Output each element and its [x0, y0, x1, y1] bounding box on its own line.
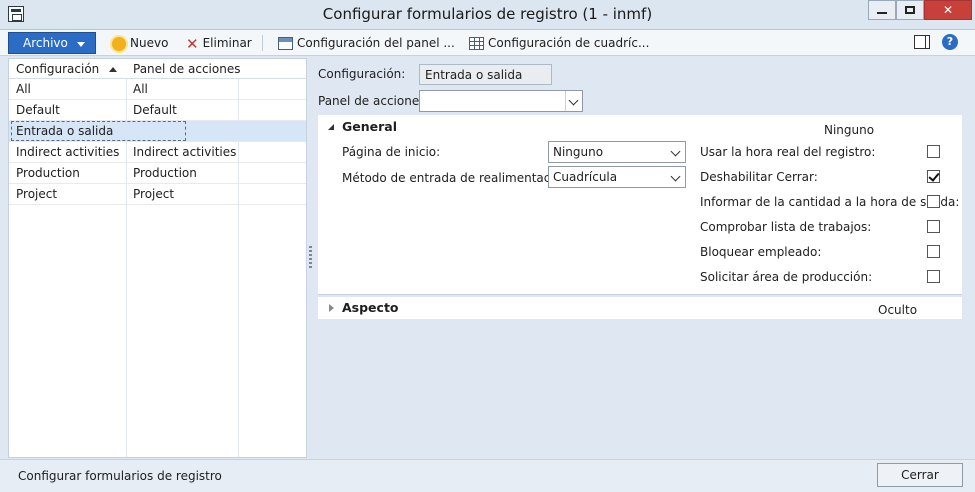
- start-page-label: Página de inicio:: [342, 145, 441, 159]
- grid-header: Configuración Panel de acciones: [9, 59, 306, 79]
- action-pane: Archivo Nuevo ✕ Eliminar Configuración de…: [0, 30, 975, 56]
- table-row[interactable]: Project Project: [9, 184, 306, 205]
- help-icon[interactable]: ?: [942, 34, 958, 50]
- report-quantity-checkbox[interactable]: [927, 195, 940, 208]
- cell-panel: Default: [133, 103, 177, 117]
- cell-configuracion: Project: [16, 187, 58, 201]
- grid-config-icon: [469, 37, 484, 50]
- status-bar: Configurar formularios de registro Cerra…: [0, 459, 975, 492]
- option-label: Usar la hora real del registro:: [700, 145, 876, 159]
- status-text: Configurar formularios de registro: [18, 469, 222, 483]
- close-button[interactable]: Cerrar: [877, 463, 963, 487]
- cell-panel: All: [133, 82, 148, 96]
- real-time-checkbox[interactable]: [927, 145, 940, 158]
- delete-label: Eliminar: [202, 36, 252, 50]
- layout-icon[interactable]: [914, 35, 930, 49]
- panel-label: Panel de acciones:: [318, 94, 430, 108]
- grid-config-label: Configuración de cuadríc...: [488, 36, 650, 50]
- chevron-down-icon: [77, 42, 85, 47]
- feedback-method-value: Cuadrícula: [553, 170, 618, 184]
- close-window-button[interactable]: ✕: [924, 0, 972, 20]
- lock-employee-checkbox[interactable]: [927, 245, 940, 258]
- production-area-checkbox[interactable]: [927, 270, 940, 283]
- window-title: Configurar formularios de registro (1 - …: [322, 5, 653, 23]
- maximize-button[interactable]: [896, 0, 924, 20]
- start-page-select[interactable]: Ninguno: [548, 141, 686, 163]
- cell-panel: Project: [133, 187, 175, 201]
- start-page-value: Ninguno: [553, 145, 604, 159]
- aspecto-header[interactable]: Aspecto: [342, 300, 399, 315]
- cell-configuracion: Production: [16, 166, 80, 180]
- delete-icon: ✕: [186, 34, 199, 53]
- file-menu-button[interactable]: Archivo: [8, 32, 96, 54]
- cell-configuracion: Entrada o salida: [10, 121, 187, 141]
- chevron-down-icon[interactable]: [565, 91, 582, 111]
- chevron-down-icon[interactable]: [668, 167, 685, 187]
- file-menu-label: Archivo: [23, 36, 68, 50]
- option-label: Solicitar área de producción:: [700, 270, 873, 284]
- minimize-icon: [877, 12, 887, 14]
- feedback-method-label: Método de entrada de realimentación:: [342, 171, 573, 185]
- sort-ascending-icon: [109, 67, 118, 72]
- column-header-configuracion[interactable]: Configuración: [16, 62, 118, 76]
- panel-config-icon: [278, 37, 293, 50]
- new-icon: [112, 36, 126, 51]
- action-pane-config-button[interactable]: Configuración del panel ...: [278, 34, 455, 52]
- expand-icon[interactable]: [329, 304, 334, 312]
- table-row[interactable]: Indirect activities Indirect activities: [9, 142, 306, 163]
- column-header-label: Configuración: [16, 62, 100, 76]
- config-field: Entrada o salida: [419, 64, 552, 85]
- option-label: Deshabilitar Cerrar:: [700, 170, 818, 184]
- option-label: Bloquear empleado:: [700, 245, 822, 259]
- new-button[interactable]: Nuevo: [112, 34, 168, 52]
- new-label: Nuevo: [130, 36, 169, 50]
- table-row-selected[interactable]: Entrada o salida: [9, 121, 306, 142]
- aspecto-fasttab: Aspecto Oculto: [318, 297, 962, 319]
- action-pane-config-label: Configuración del panel ...: [297, 36, 455, 50]
- toolbar-separator: [262, 35, 263, 51]
- grid-config-button[interactable]: Configuración de cuadríc...: [469, 34, 649, 52]
- configuration-grid: Configuración Panel de acciones All All …: [8, 58, 307, 458]
- chevron-down-icon[interactable]: [668, 142, 685, 162]
- table-row[interactable]: All All: [9, 79, 306, 100]
- column-header-panel[interactable]: Panel de acciones: [133, 62, 240, 76]
- title-bar: Configurar formularios de registro (1 - …: [0, 0, 975, 30]
- disable-close-checkbox[interactable]: [927, 170, 940, 183]
- general-summary: Ninguno: [824, 123, 875, 137]
- cell-configuracion: All: [16, 82, 31, 96]
- table-row[interactable]: Production Production: [9, 163, 306, 184]
- aspecto-summary: Oculto: [878, 303, 918, 317]
- pane-splitter[interactable]: [309, 246, 312, 268]
- delete-button[interactable]: ✕ Eliminar: [186, 34, 252, 52]
- option-label: Informar de la cantidad a la hora de sal…: [700, 195, 960, 209]
- maximize-icon: [905, 6, 915, 14]
- close-icon: ✕: [942, 3, 954, 17]
- panel-select[interactable]: [419, 90, 583, 112]
- table-row[interactable]: Default Default: [9, 100, 306, 121]
- cell-panel: Production: [133, 166, 197, 180]
- config-label: Configuración:: [318, 67, 406, 81]
- collapse-icon[interactable]: [328, 124, 334, 130]
- check-job-list-checkbox[interactable]: [927, 220, 940, 233]
- cell-panel: Indirect activities: [133, 145, 237, 159]
- general-header[interactable]: General: [342, 119, 397, 134]
- option-label: Comprobar lista de trabajos:: [700, 220, 872, 234]
- cell-configuracion: Default: [16, 103, 60, 117]
- cell-configuracion: Indirect activities: [16, 145, 120, 159]
- minimize-button[interactable]: [868, 0, 896, 20]
- feedback-method-select[interactable]: Cuadrícula: [548, 166, 686, 188]
